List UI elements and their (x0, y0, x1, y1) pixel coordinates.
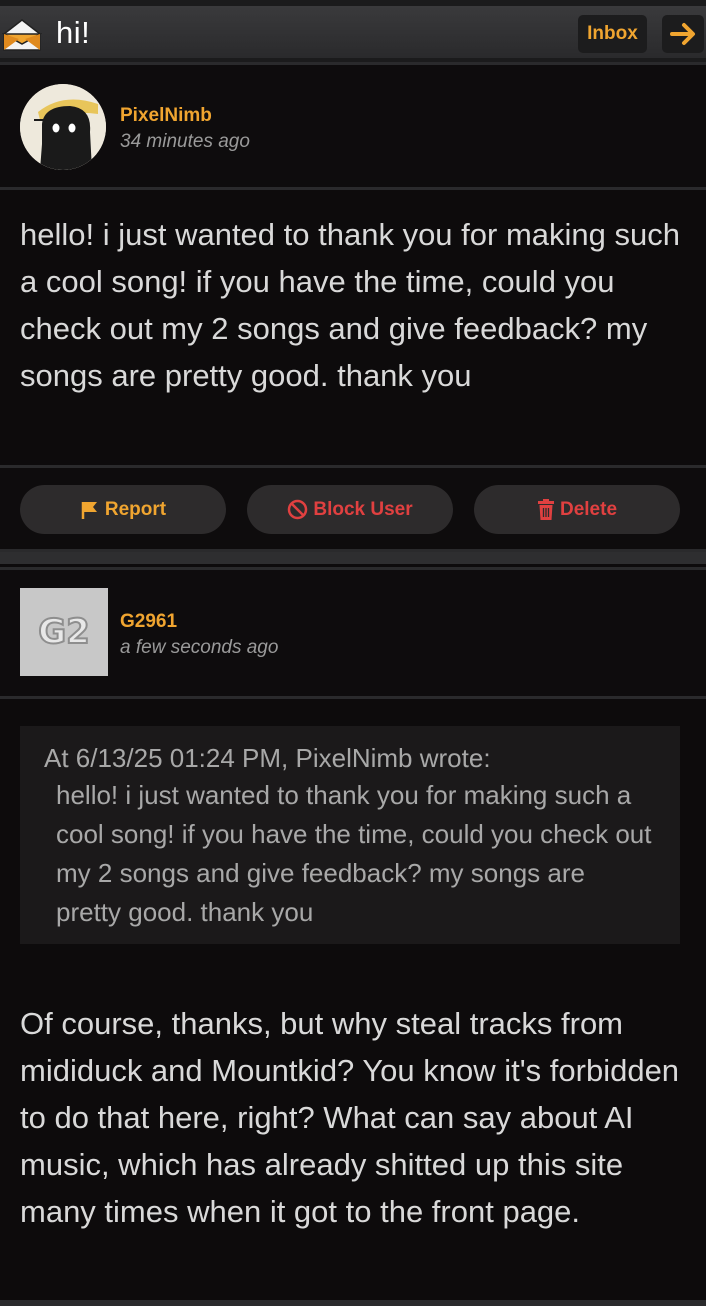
block-user-label: Block User (313, 498, 413, 520)
report-label: Report (104, 498, 167, 520)
report-button[interactable]: Report (20, 485, 226, 534)
ban-icon (288, 499, 308, 520)
reply-body: Of course, thanks, but why steal tracks … (20, 1006, 680, 1229)
delete-label: Delete (559, 498, 618, 520)
reply-author-bar: G2 G2961 a few seconds ago (0, 567, 706, 699)
quote-text: hello! i just wanted to thank you for ma… (56, 780, 652, 927)
message-actions: Report Block User Delete (0, 465, 706, 552)
delete-button[interactable]: Delete (474, 485, 680, 534)
envelope-open-icon (2, 19, 42, 51)
message-author[interactable]: PixelNimb (120, 105, 212, 127)
divider (0, 552, 706, 564)
inbox-button[interactable]: Inbox (578, 15, 647, 53)
trash-icon (537, 499, 554, 520)
reply-author[interactable]: G2961 (120, 611, 177, 633)
pm-header: hi! Inbox (0, 0, 706, 62)
quote-block: At 6/13/25 01:24 PM, PixelNimb wrote: he… (20, 726, 680, 944)
message-author-bar: PixelNimb 34 minutes ago (0, 62, 706, 190)
thread-title: hi! (56, 15, 91, 50)
message-time: 34 minutes ago (120, 131, 250, 152)
message-body: hello! i just wanted to thank you for ma… (20, 217, 680, 393)
divider (0, 1300, 706, 1306)
g2-logo-icon: G2 (20, 588, 108, 676)
avatar[interactable]: G2 (20, 588, 108, 676)
avatar[interactable] (20, 84, 106, 170)
block-user-button[interactable]: Block User (247, 485, 453, 534)
next-button[interactable] (662, 15, 704, 53)
avatar-image (20, 84, 106, 170)
arrow-right-icon (670, 23, 695, 45)
quote-header: At 6/13/25 01:24 PM, PixelNimb wrote: (44, 743, 491, 773)
avatar-label: G2 (38, 612, 90, 652)
flag-icon (81, 501, 97, 519)
reply-time: a few seconds ago (120, 637, 279, 658)
